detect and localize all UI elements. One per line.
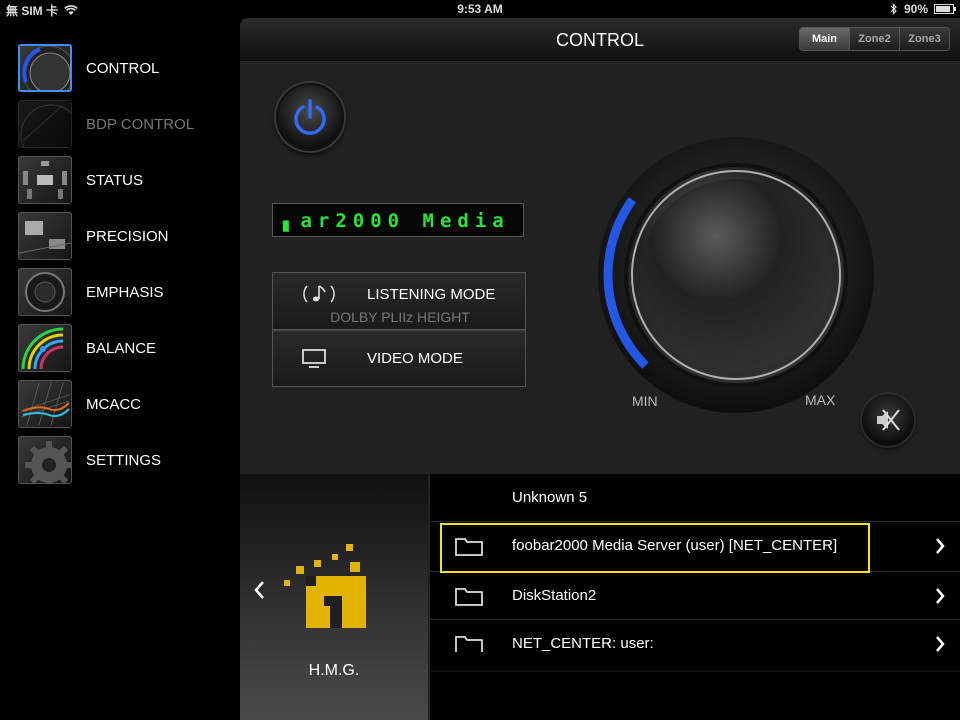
status-time: 9:53 AM bbox=[457, 2, 503, 16]
list-item[interactable]: Unknown 5 bbox=[430, 474, 960, 522]
sidebar-item-emphasis[interactable]: EMPHASIS bbox=[18, 266, 238, 318]
bluetooth-icon bbox=[890, 3, 897, 15]
disc-thumbnail-icon bbox=[18, 100, 72, 148]
speaker-cone-thumbnail-icon bbox=[18, 268, 72, 316]
volume-knob[interactable] bbox=[596, 135, 876, 415]
folder-icon bbox=[455, 588, 483, 606]
power-button[interactable] bbox=[276, 83, 344, 151]
sidebar-item-label: SETTINGS bbox=[86, 451, 162, 469]
folder-icon bbox=[455, 538, 483, 556]
knob-thumbnail-icon bbox=[18, 44, 72, 92]
status-right: 90% bbox=[890, 2, 956, 16]
sidebar-item-mcacc[interactable]: MCACC bbox=[18, 378, 238, 430]
source-pane: H.M.G. bbox=[240, 474, 430, 720]
control-area: ▖ar2000 Media LISTENING MODE DOLBY PLIIz… bbox=[240, 61, 960, 474]
sidebar-item-label: BALANCE bbox=[86, 339, 157, 357]
volume-min-label: MIN bbox=[632, 393, 658, 409]
browse-list: Unknown 5 foobar2000 Media Server (user)… bbox=[430, 474, 960, 652]
battery-text: 90% bbox=[903, 2, 928, 16]
list-item[interactable]: DiskStation2 bbox=[430, 572, 960, 620]
list-item-label: Unknown 5 bbox=[512, 489, 588, 506]
sidebar-item-balance[interactable]: BALANCE bbox=[18, 322, 238, 374]
sidebar-item-label: PRECISION bbox=[86, 227, 169, 245]
sidebar-item-label: EMPHASIS bbox=[86, 283, 164, 301]
video-mode-label: VIDEO MODE bbox=[367, 350, 463, 367]
tab-main[interactable]: Main bbox=[800, 28, 849, 50]
browse-area: H.M.G. Unknown 5 foobar2000 Media Server… bbox=[240, 474, 960, 720]
sidebar-item-label: BDP CONTROL bbox=[86, 115, 195, 133]
list-item-label: foobar2000 Media Server (user) [NET_CENT… bbox=[512, 537, 838, 554]
volume-knob-graphic bbox=[598, 137, 874, 413]
volume-max-label: MAX bbox=[805, 392, 836, 408]
mute-button[interactable] bbox=[862, 394, 914, 446]
power-icon bbox=[294, 99, 326, 135]
list-item-label: NET_CENTER: user: bbox=[512, 635, 654, 652]
sidebar-item-control[interactable]: CONTROL bbox=[18, 42, 238, 94]
sidebar-item-label: STATUS bbox=[86, 171, 143, 189]
balance-meter-thumbnail-icon bbox=[18, 324, 72, 372]
zone-tabs: Main Zone2 Zone3 bbox=[799, 27, 950, 51]
monitor-icon bbox=[302, 349, 326, 368]
gear-thumbnail-icon bbox=[18, 436, 72, 484]
eq-grid-thumbnail-icon bbox=[18, 380, 72, 428]
list-divider bbox=[430, 670, 960, 672]
mute-speaker-icon bbox=[877, 409, 900, 431]
sidebar-item-label: MCACC bbox=[86, 395, 141, 413]
sidebar-item-bdp-control[interactable]: BDP CONTROL bbox=[18, 98, 238, 150]
header: CONTROL Main Zone2 Zone3 bbox=[240, 18, 960, 61]
video-mode-button[interactable]: VIDEO MODE bbox=[272, 330, 526, 387]
listening-mode-label: LISTENING MODE bbox=[367, 286, 496, 303]
list-item-label: DiskStation2 bbox=[512, 587, 597, 604]
room-thumbnail-icon bbox=[18, 212, 72, 260]
status-bar: 無 SIM 卡 9:53 AM 90% bbox=[0, 0, 960, 18]
listening-mode-value: DOLBY PLIIz HEIGHT bbox=[330, 309, 470, 325]
tab-zone3[interactable]: Zone3 bbox=[899, 28, 949, 50]
chevron-right-icon bbox=[936, 538, 945, 554]
front-panel-display: ▖ar2000 Media bbox=[272, 203, 524, 237]
source-name: H.M.G. bbox=[308, 662, 360, 679]
chevron-right-icon bbox=[936, 588, 945, 604]
list-item[interactable]: NET_CENTER: user: bbox=[430, 620, 960, 652]
music-note-icon bbox=[303, 285, 335, 303]
sidebar-item-status[interactable]: STATUS bbox=[18, 154, 238, 206]
sidebar: CONTROL BDP CONTROL STATUS PRECISION EMP… bbox=[0, 18, 238, 720]
sidebar-item-precision[interactable]: PRECISION bbox=[18, 210, 238, 262]
sidebar-item-settings[interactable]: SETTINGS bbox=[18, 434, 238, 486]
back-chevron-icon[interactable] bbox=[252, 578, 268, 602]
list-item[interactable]: foobar2000 Media Server (user) [NET_CENT… bbox=[430, 522, 960, 573]
tab-zone2[interactable]: Zone2 bbox=[849, 28, 899, 50]
speakers-thumbnail-icon bbox=[18, 156, 72, 204]
main-panel: CONTROL Main Zone2 Zone3 ▖ar2000 Media L… bbox=[238, 18, 960, 720]
listening-mode-button[interactable]: LISTENING MODE DOLBY PLIIz HEIGHT bbox=[272, 272, 526, 330]
chevron-right-icon bbox=[936, 636, 945, 652]
sidebar-item-label: CONTROL bbox=[86, 59, 160, 77]
battery-icon bbox=[934, 4, 956, 14]
hmg-logo-icon bbox=[284, 544, 366, 628]
folder-icon bbox=[455, 636, 483, 652]
